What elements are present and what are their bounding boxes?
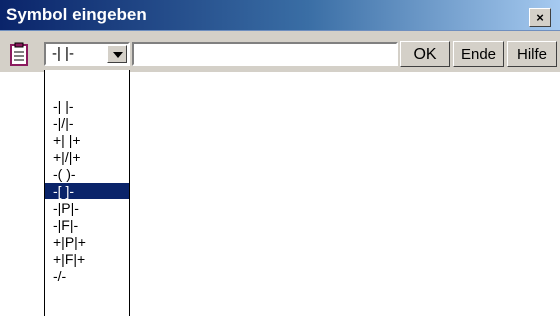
window-title: Symbol eingeben [6, 5, 147, 24]
combo-selected-value: -| |- [52, 45, 74, 62]
symbol-text-input[interactable] [132, 42, 398, 66]
dropdown-item[interactable]: -( )- [49, 166, 129, 182]
dropdown-item[interactable]: +|P|+ [49, 234, 129, 250]
dropdown-item[interactable]: +| |+ [49, 132, 129, 148]
title-bar[interactable]: Symbol eingeben × [0, 0, 560, 31]
close-button[interactable]: × [529, 8, 551, 27]
ok-button[interactable]: OK [400, 41, 450, 67]
dropdown-item[interactable]: +|F|+ [49, 251, 129, 267]
symbol-dropdown-list[interactable]: -| |- -|/|- +| |+ +|/|+ -( )- -[ ]- -|P|… [44, 70, 130, 316]
ende-button[interactable]: Ende [453, 41, 504, 67]
symbol-combobox[interactable]: -| |- [44, 42, 130, 66]
dropdown-item[interactable]: +|/|+ [49, 149, 129, 165]
clipboard-icon[interactable] [8, 42, 30, 66]
dropdown-item[interactable]: -| |- [49, 98, 129, 114]
dropdown-item[interactable]: -|/|- [49, 115, 129, 131]
symbol-dialog: Symbol eingeben × -| |- OK Ende Hilfe [0, 0, 560, 72]
dropdown-item[interactable]: -|F|- [49, 217, 129, 233]
dropdown-item[interactable]: -|P|- [49, 200, 129, 216]
chevron-down-icon[interactable] [107, 45, 127, 63]
dropdown-item-selected[interactable]: -[ ]- [45, 183, 129, 199]
dropdown-item[interactable]: -/- [49, 268, 129, 284]
hilfe-button[interactable]: Hilfe [507, 41, 557, 67]
